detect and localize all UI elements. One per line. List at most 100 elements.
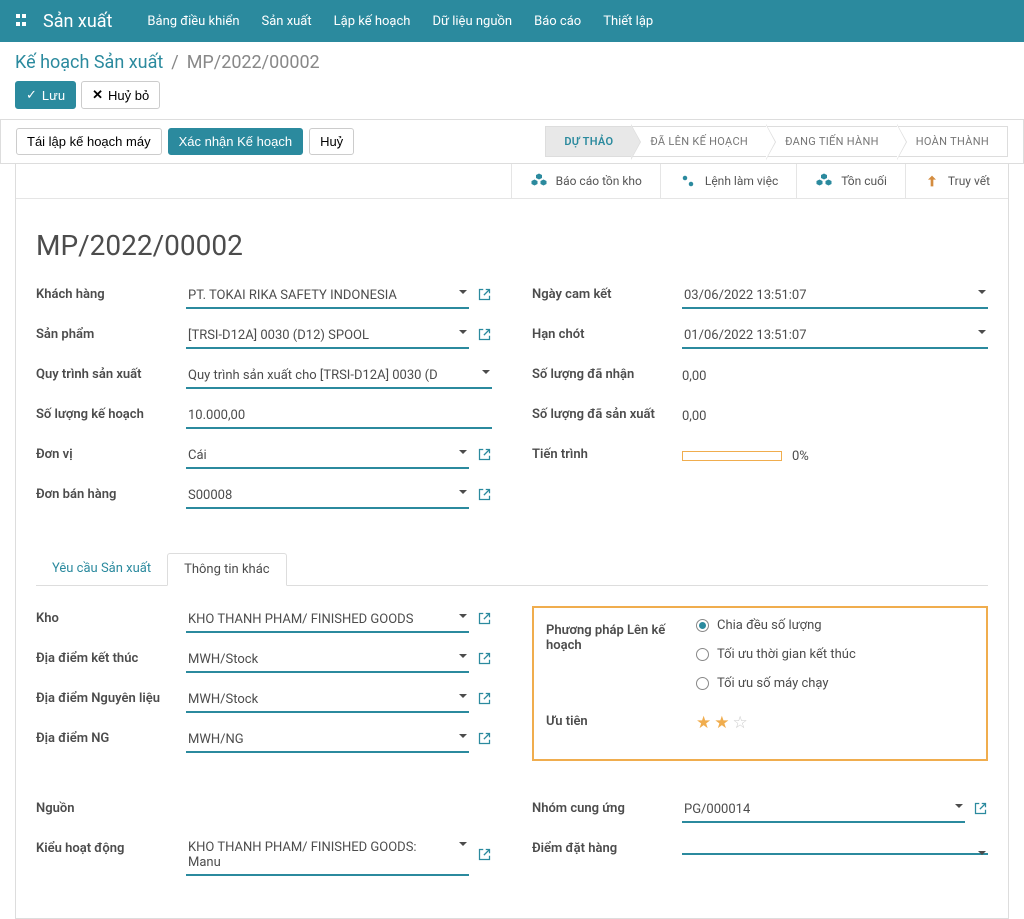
external-link-icon[interactable] [477, 287, 492, 306]
nav-manufacture[interactable]: Sản xuất [262, 14, 312, 29]
external-link-icon[interactable] [477, 447, 492, 466]
caret-down-icon [459, 694, 467, 698]
nav-masterdata[interactable]: Dữ liệu nguồn [432, 14, 512, 29]
cancel-button[interactable]: Huỷ [309, 128, 354, 155]
caret-down-icon [459, 842, 467, 846]
status-draft[interactable]: DỰ THẢO [545, 126, 632, 157]
radio-optimize-machines[interactable]: Tối ưu số máy chạy [696, 676, 829, 691]
operation-type-field[interactable]: KHO THANH PHAM/ FINISHED GOODS: Manu [186, 836, 469, 876]
orderpoint-field[interactable] [682, 845, 988, 855]
planning-method-label: Phương pháp Lên kế hoạch [546, 618, 696, 653]
external-link-icon[interactable] [477, 731, 492, 750]
caret-down-icon [955, 804, 963, 808]
uom-field[interactable]: Cái [186, 444, 469, 469]
qty-field[interactable]: 10.000,00 [186, 404, 492, 429]
stat-inventory-report[interactable]: Báo cáo tồn kho [511, 164, 660, 198]
warehouse-value: KHO THANH PHAM/ FINISHED GOODS [188, 612, 413, 627]
warehouse-label: Kho [36, 606, 186, 626]
breadcrumb-separator: / [171, 52, 178, 73]
status-done[interactable]: HOÀN THÀNH [898, 126, 1008, 157]
external-link-icon[interactable] [477, 847, 492, 866]
stat-final-stock-label: Tồn cuối [841, 174, 887, 188]
product-field[interactable]: [TRSI-D12A] 0030 (D12) SPOOL [186, 324, 469, 349]
discard-button[interactable]: ✕Huỷ bỏ [81, 81, 160, 109]
ng-loc-field[interactable]: MWH/NG [186, 728, 469, 753]
priority-stars[interactable]: ★★☆ [696, 713, 748, 733]
so-value: S00008 [188, 488, 232, 503]
stat-work-order-label: Lệnh làm việc [705, 174, 778, 188]
status-progress[interactable]: ĐANG TIẾN HÀNH [767, 126, 898, 157]
ng-loc-value: MWH/NG [188, 732, 244, 747]
deadline-value: 01/06/2022 13:51:07 [684, 328, 807, 343]
qty-label: Số lượng kế hoạch [36, 402, 186, 422]
routing-field[interactable]: Quy trình sản xuất cho [TRSI-D12A] 0030 … [186, 364, 492, 389]
star-icon[interactable]: ★ [714, 713, 729, 733]
radio-equal-qty-label: Chia đều số lượng [717, 618, 822, 633]
stat-final-stock[interactable]: Tồn cuối [796, 164, 905, 198]
so-field[interactable]: S00008 [186, 484, 469, 509]
star-icon[interactable]: ☆ [733, 713, 748, 733]
deadline-field[interactable]: 01/06/2022 13:51:07 [682, 324, 988, 349]
confirm-plan-button[interactable]: Xác nhận Kế hoạch [168, 128, 303, 155]
deadline-label: Hạn chót [532, 322, 682, 342]
tab-production-request[interactable]: Yêu cầu Sản xuất [36, 553, 167, 586]
stat-trace[interactable]: Truy vết [905, 164, 1008, 198]
arrow-up-icon [924, 173, 940, 189]
produced-qty-label: Số lượng đã sản xuất [532, 402, 682, 422]
external-link-icon[interactable] [477, 691, 492, 710]
star-icon[interactable]: ★ [696, 713, 711, 733]
radio-optimize-machines-label: Tối ưu số máy chạy [717, 676, 829, 691]
caret-down-icon [978, 290, 986, 294]
external-link-icon[interactable] [477, 651, 492, 670]
commit-date-value: 03/06/2022 13:51:07 [684, 288, 807, 303]
caret-down-icon [459, 490, 467, 494]
procurement-group-field[interactable]: PG/000014 [682, 798, 965, 823]
external-link-icon[interactable] [973, 801, 988, 820]
customer-value: PT. TOKAI RIKA SAFETY INDONESIA [188, 288, 397, 303]
stat-inventory-report-label: Báo cáo tồn kho [556, 174, 642, 188]
breadcrumb-parent[interactable]: Kế hoạch Sản xuất [15, 52, 163, 73]
caret-down-icon [978, 330, 986, 334]
routing-value: Quy trình sản xuất cho [TRSI-D12A] 0030 … [188, 368, 438, 383]
stat-work-order[interactable]: Lệnh làm việc [660, 164, 796, 198]
customer-field[interactable]: PT. TOKAI RIKA SAFETY INDONESIA [186, 284, 469, 309]
apps-icon[interactable] [15, 13, 31, 29]
tab-other-info[interactable]: Thông tin khác [167, 553, 286, 586]
status-planned[interactable]: ĐÃ LÊN KẾ HOẠCH [632, 126, 767, 157]
orderpoint-label: Điểm đặt hàng [532, 836, 682, 856]
cubes-icon [815, 172, 833, 190]
radio-equal-qty[interactable]: Chia đều số lượng [696, 618, 822, 633]
raw-loc-field[interactable]: MWH/Stock [186, 688, 469, 713]
caret-down-icon [482, 370, 490, 374]
uom-value: Cái [188, 448, 207, 463]
external-link-icon[interactable] [477, 327, 492, 346]
procurement-group-value: PG/000014 [684, 802, 750, 817]
external-link-icon[interactable] [477, 487, 492, 506]
caret-down-icon [978, 851, 986, 855]
replan-button[interactable]: Tái lập kế hoạch máy [16, 128, 162, 155]
discard-button-label: Huỷ bỏ [108, 88, 149, 103]
gears-icon [679, 172, 697, 190]
caret-down-icon [459, 290, 467, 294]
caret-down-icon [459, 450, 467, 454]
dest-loc-field[interactable]: MWH/Stock [186, 648, 469, 673]
procurement-group-label: Nhóm cung ứng [532, 796, 682, 816]
warehouse-field[interactable]: KHO THANH PHAM/ FINISHED GOODS [186, 608, 469, 633]
radio-dot-icon [696, 677, 709, 690]
ng-loc-label: Địa điểm NG [36, 726, 186, 746]
nav-planning[interactable]: Lập kế hoạch [334, 14, 411, 29]
qty-value: 10.000,00 [188, 408, 245, 423]
external-link-icon[interactable] [477, 611, 492, 630]
nav-dashboard[interactable]: Bảng điều khiển [147, 14, 239, 29]
caret-down-icon [459, 654, 467, 658]
planning-method-box: Phương pháp Lên kế hoạch Chia đều số lượ… [532, 606, 988, 761]
routing-label: Quy trình sản xuất [36, 362, 186, 382]
save-button[interactable]: ✓Lưu [15, 81, 76, 109]
progress-bar [682, 451, 782, 461]
page-title: MP/2022/00002 [16, 199, 1008, 282]
radio-optimize-time[interactable]: Tối ưu thời gian kết thúc [696, 647, 856, 662]
nav-config[interactable]: Thiết lập [603, 14, 653, 29]
nav-reports[interactable]: Báo cáo [534, 14, 581, 29]
commit-date-label: Ngày cam kết [532, 282, 682, 302]
commit-date-field[interactable]: 03/06/2022 13:51:07 [682, 284, 988, 309]
